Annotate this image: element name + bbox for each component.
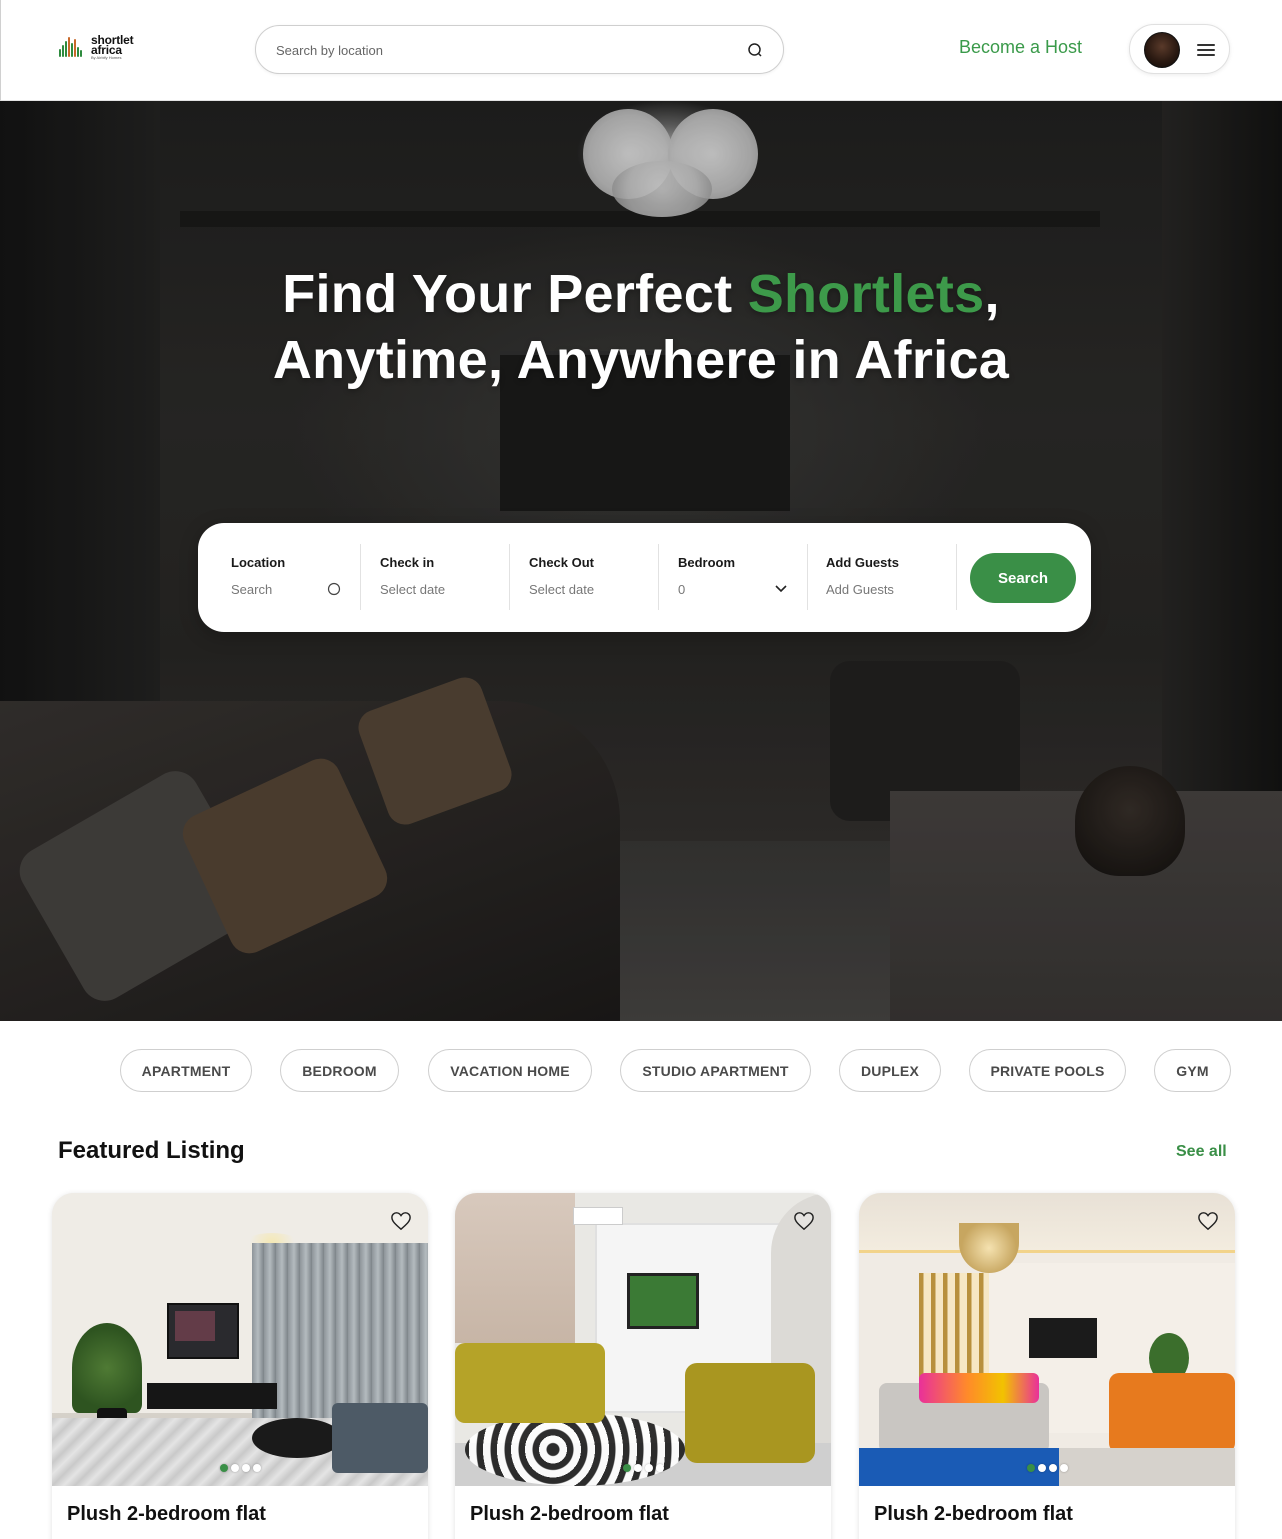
hero-title-part1: Find Your Perfect bbox=[282, 264, 748, 324]
bedroom-select[interactable]: Bedroom 0 bbox=[678, 543, 808, 609]
category-bedroom[interactable]: BEDROOM bbox=[280, 1049, 399, 1092]
search-button[interactable]: Search bbox=[970, 553, 1076, 603]
category-vacation-home[interactable]: VACATION HOME bbox=[428, 1049, 592, 1092]
carousel-dot[interactable] bbox=[644, 1464, 653, 1472]
carousel-dot[interactable] bbox=[1026, 1464, 1035, 1472]
category-apartment[interactable]: APARTMENT bbox=[120, 1049, 252, 1092]
see-all-link[interactable]: See all bbox=[1176, 1143, 1227, 1161]
check-in-label: Check in bbox=[380, 555, 435, 570]
listing-title[interactable]: Plush 2-bedroom flat bbox=[470, 1503, 669, 1526]
search-icon[interactable] bbox=[747, 42, 763, 58]
hero-title-line2: Anytime, Anywhere in Africa bbox=[272, 330, 1010, 390]
location-field[interactable]: Location Search bbox=[231, 543, 361, 609]
category-studio-apartment[interactable]: STUDIO APARTMENT bbox=[620, 1049, 811, 1092]
location-search-input[interactable] bbox=[276, 39, 716, 61]
divider bbox=[509, 544, 510, 610]
heart-icon[interactable] bbox=[390, 1211, 412, 1231]
carousel-dot[interactable] bbox=[622, 1464, 631, 1472]
divider bbox=[360, 544, 361, 610]
location-value[interactable]: Search bbox=[231, 582, 272, 597]
hero-title-accent: Shortlets bbox=[747, 264, 985, 324]
hero-title-comma: , bbox=[984, 264, 1000, 324]
listing-image[interactable] bbox=[455, 1193, 831, 1486]
top-header: shortlet africa By Airbify Homes Become … bbox=[0, 0, 1282, 101]
chevron-down-icon[interactable] bbox=[774, 584, 788, 594]
profile-menu-button[interactable] bbox=[1129, 24, 1230, 74]
carousel-dot[interactable] bbox=[219, 1464, 228, 1472]
check-out-value[interactable]: Select date bbox=[529, 582, 594, 597]
logo-text: shortlet africa By Airbify Homes bbox=[91, 34, 134, 60]
check-out-field[interactable]: Check Out Select date bbox=[529, 543, 659, 609]
menu-icon bbox=[1197, 44, 1215, 56]
carousel-dot[interactable] bbox=[655, 1464, 664, 1472]
add-guests-field[interactable]: Add Guests Add Guests bbox=[826, 543, 956, 609]
carousel-dot[interactable] bbox=[1037, 1464, 1046, 1472]
logo-line-3: By Airbify Homes bbox=[91, 54, 122, 60]
check-in-field[interactable]: Check in Select date bbox=[380, 543, 510, 609]
carousel-dot[interactable] bbox=[1059, 1464, 1068, 1472]
divider bbox=[658, 544, 659, 610]
listing-title[interactable]: Plush 2-bedroom flat bbox=[67, 1503, 266, 1526]
category-private-pools[interactable]: PRIVATE POOLS bbox=[969, 1049, 1126, 1092]
listing-image[interactable] bbox=[52, 1193, 428, 1486]
carousel-dots[interactable] bbox=[52, 1464, 428, 1472]
listing-card[interactable]: Plush 2-bedroom flat bbox=[52, 1193, 428, 1539]
carousel-dots[interactable] bbox=[455, 1464, 831, 1472]
add-guests-label: Add Guests bbox=[826, 555, 899, 570]
carousel-dot[interactable] bbox=[252, 1464, 261, 1472]
listing-card[interactable]: Plush 2-bedroom flat bbox=[455, 1193, 831, 1539]
hero-title: Find Your Perfect Shortlets, Anytime, An… bbox=[0, 261, 1282, 393]
booking-search-panel: Location Search Check in Select date Che… bbox=[198, 523, 1091, 632]
logo[interactable]: shortlet africa By Airbify Homes bbox=[59, 33, 134, 61]
heart-icon[interactable] bbox=[1197, 1211, 1219, 1231]
carousel-dots[interactable] bbox=[859, 1464, 1235, 1472]
search-icon[interactable] bbox=[327, 582, 341, 596]
heart-icon[interactable] bbox=[793, 1211, 815, 1231]
category-duplex[interactable]: DUPLEX bbox=[839, 1049, 941, 1092]
bedroom-label: Bedroom bbox=[678, 555, 736, 570]
become-host-link[interactable]: Become a Host bbox=[959, 37, 1082, 58]
location-search-bar[interactable] bbox=[255, 25, 784, 74]
carousel-dot[interactable] bbox=[230, 1464, 239, 1472]
check-out-label: Check Out bbox=[529, 555, 595, 570]
listing-card[interactable]: Plush 2-bedroom flat bbox=[859, 1193, 1235, 1539]
location-label: Location bbox=[231, 555, 286, 570]
check-in-value[interactable]: Select date bbox=[380, 582, 445, 597]
carousel-dot[interactable] bbox=[633, 1464, 642, 1472]
featured-listing-heading: Featured Listing bbox=[58, 1137, 245, 1164]
add-guests-value[interactable]: Add Guests bbox=[826, 582, 894, 597]
carousel-dot[interactable] bbox=[1048, 1464, 1057, 1472]
avatar bbox=[1144, 32, 1180, 68]
listing-title[interactable]: Plush 2-bedroom flat bbox=[874, 1503, 1073, 1526]
logo-mark-icon bbox=[59, 33, 85, 61]
bedroom-value[interactable]: 0 bbox=[678, 582, 685, 597]
carousel-dot[interactable] bbox=[241, 1464, 250, 1472]
divider bbox=[807, 544, 808, 610]
category-gym[interactable]: GYM bbox=[1154, 1049, 1231, 1092]
listing-image[interactable] bbox=[859, 1193, 1235, 1486]
divider bbox=[956, 544, 957, 610]
